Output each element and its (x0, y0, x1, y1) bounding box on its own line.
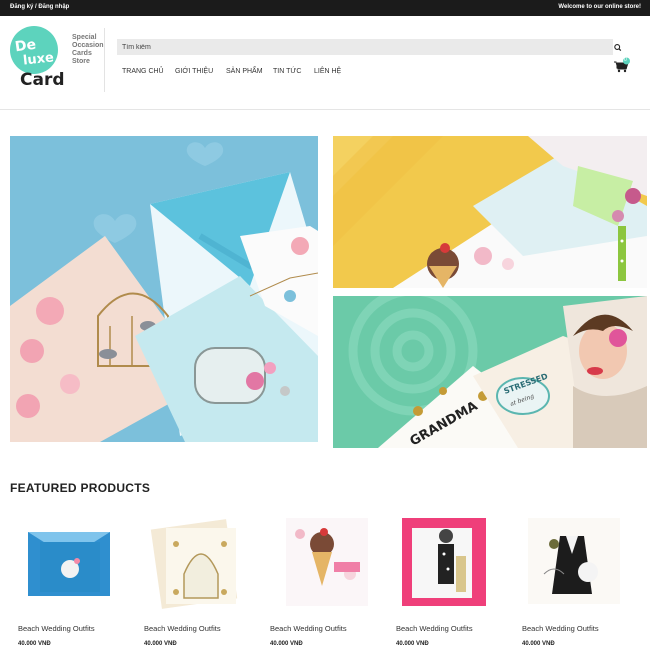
featured-products-heading: FEATURED PRODUCTS (10, 481, 151, 495)
product-name[interactable]: Beach Wedding Outfits (144, 624, 221, 633)
product-image[interactable] (136, 514, 252, 610)
tagline-line: Store (72, 58, 90, 65)
product-image[interactable] (262, 514, 378, 610)
banner-funny-cards[interactable]: GRANDMA STRESSED at being (333, 296, 647, 448)
welcome-message: Welcome to our online store! (558, 4, 641, 10)
logo-text-card: Card (20, 70, 65, 90)
tagline-line: Occasion (72, 42, 104, 49)
product-image[interactable] (10, 514, 126, 610)
header-bottom-border (0, 109, 650, 110)
cart-count: 0 (624, 57, 627, 63)
logo-tagline: Special Occasion Cards Store (72, 34, 104, 66)
cart-icon[interactable] (613, 57, 631, 73)
product-price: 40.000 VNĐ (18, 641, 51, 647)
login-register-link[interactable]: Đăng ký / Đăng nhập (10, 4, 69, 10)
tagline-line: Cards (72, 50, 92, 57)
nav-item-products[interactable]: SẢN PHẨM (226, 68, 263, 75)
product-image[interactable] (388, 514, 504, 610)
product-price: 40.000 VNĐ (396, 641, 429, 647)
search-icon[interactable] (613, 41, 623, 53)
tagline-line: Special (72, 34, 97, 41)
top-bar: Đăng ký / Đăng nhập Welcome to our onlin… (0, 0, 650, 16)
product-name[interactable]: Beach Wedding Outfits (396, 624, 473, 633)
product-price: 40.000 VNĐ (522, 641, 555, 647)
product-price: 40.000 VNĐ (144, 641, 177, 647)
nav-item-contact[interactable]: LIÊN HỆ (314, 68, 341, 75)
banner-birthday-cards[interactable] (333, 136, 647, 288)
product-name[interactable]: Beach Wedding Outfits (18, 624, 95, 633)
search-input[interactable] (117, 39, 613, 55)
product-name[interactable]: Beach Wedding Outfits (522, 624, 599, 633)
logo-text-luxe: luxe (22, 50, 55, 69)
product-image[interactable] (514, 514, 630, 610)
header-divider (104, 28, 105, 92)
product-price: 40.000 VNĐ (270, 641, 303, 647)
product-name[interactable]: Beach Wedding Outfits (270, 624, 347, 633)
nav-item-news[interactable]: TIN TỨC (273, 68, 301, 75)
nav-item-home[interactable]: TRANG CHỦ (122, 68, 164, 75)
banner-wedding-cards[interactable] (10, 136, 318, 442)
nav-item-about[interactable]: GIỚI THIỆU (175, 68, 213, 75)
